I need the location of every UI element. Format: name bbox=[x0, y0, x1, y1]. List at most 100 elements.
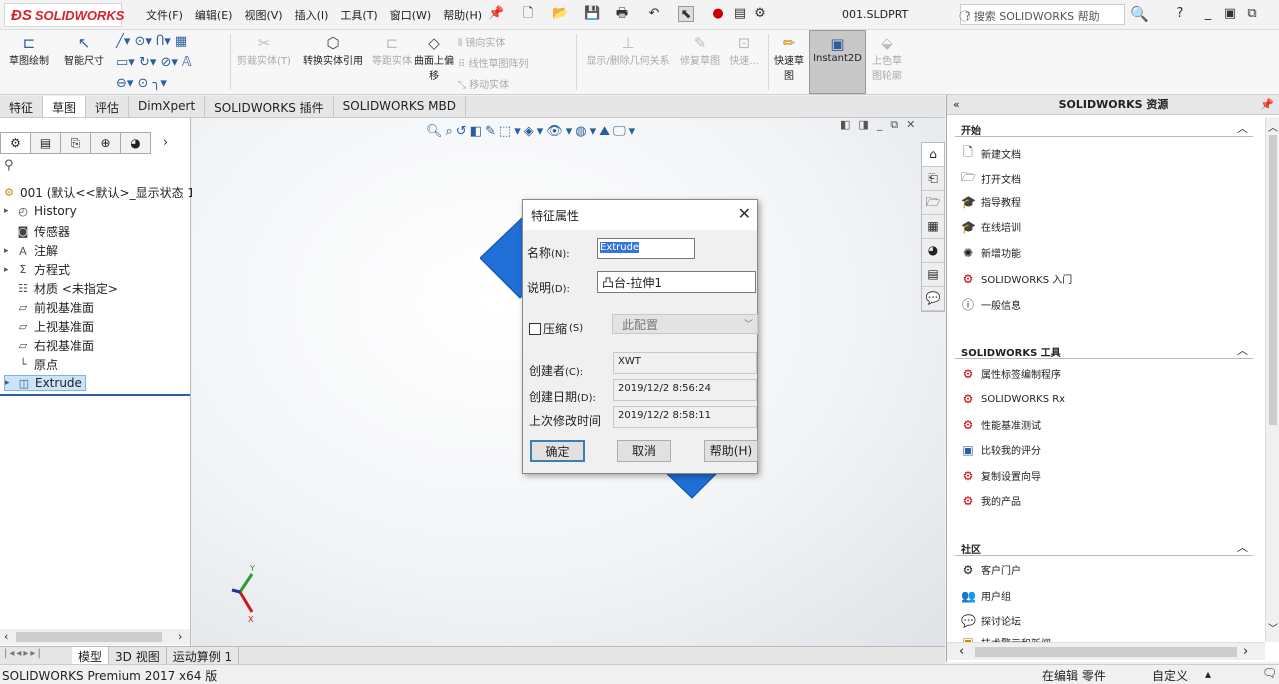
repair-sketch-button[interactable]: ✎ 修复草图 bbox=[680, 34, 720, 67]
file-explorer-icon[interactable]: 🗁 bbox=[922, 191, 944, 215]
configuration-manager-icon[interactable]: ⎘ bbox=[60, 132, 91, 154]
panel-item-copy-settings[interactable]: ⚙ 复制设置向导 bbox=[961, 468, 1041, 484]
section-tools-header[interactable]: SOLIDWORKS 工具 bbox=[961, 344, 1061, 359]
window-icon[interactable]: ⧉ bbox=[1244, 6, 1260, 22]
viewport-close-icon[interactable]: ✕ bbox=[906, 118, 923, 131]
display-relations-button[interactable]: ⊥ 显示/删除几何关系 bbox=[580, 34, 676, 67]
panel-item-customer-portal[interactable]: ⚙ 客户门户 bbox=[961, 562, 1021, 578]
tab-3d-views[interactable]: 3D 视图 bbox=[109, 647, 167, 664]
expand-arrow-icon[interactable]: ▸ bbox=[5, 378, 13, 388]
tree-item-annotations[interactable]: ▸ Ａ 注解 bbox=[4, 242, 58, 259]
configuration-select[interactable]: 此配置 ﹀ bbox=[612, 314, 758, 334]
offset-entities-button[interactable]: ⊏ 等距实体 bbox=[372, 34, 412, 67]
expand-view-icon[interactable]: ◨ bbox=[858, 118, 876, 131]
menu-window[interactable]: 窗口(W) bbox=[384, 7, 437, 23]
slot-icon[interactable]: ⊖▾ ⊙ ╮▾ bbox=[116, 76, 167, 91]
menu-edit[interactable]: 编辑(E) bbox=[189, 7, 239, 23]
panel-item-rx[interactable]: ⚙ SOLIDWORKS Rx bbox=[961, 392, 1066, 406]
menu-view[interactable]: 视图(V) bbox=[238, 7, 288, 23]
panel-item-tutorials[interactable]: 🎓 指导教程 bbox=[961, 194, 1021, 210]
select-icon[interactable]: ⬉ bbox=[678, 6, 694, 22]
help-search-input[interactable]: ?⃝ 搜索 SOLIDWORKS 帮助 bbox=[960, 4, 1125, 25]
menu-help[interactable]: 帮助(H) bbox=[437, 7, 488, 23]
display-style-icon[interactable]: ◈▾ bbox=[524, 124, 547, 139]
tab-evaluate[interactable]: 评估 bbox=[86, 96, 130, 117]
new-document-icon[interactable]: 🗋 bbox=[520, 6, 536, 22]
chevron-up-icon[interactable]: ︿ bbox=[1237, 539, 1248, 555]
display-manager-icon[interactable]: ◕ bbox=[120, 132, 151, 154]
pin-panel-icon[interactable]: 📌 bbox=[1260, 95, 1274, 115]
panel-item-new-document[interactable]: 🗋 新建文档 bbox=[961, 143, 1021, 164]
tooltip-icon[interactable]: 🗨 bbox=[1262, 666, 1277, 680]
zoom-to-fit-icon[interactable]: 🔍︎ bbox=[426, 124, 446, 139]
design-library-icon[interactable]: ⎗ bbox=[922, 167, 944, 191]
open-icon[interactable]: 📂 bbox=[552, 6, 568, 22]
scroll-right-icon[interactable]: › bbox=[178, 630, 182, 643]
help-question-icon[interactable]: ? bbox=[1172, 6, 1188, 22]
panel-horizontal-scrollbar[interactable]: ‹ › bbox=[947, 642, 1265, 660]
suppress-checkbox[interactable]: 压缩 (S) bbox=[529, 320, 583, 337]
scroll-left-icon[interactable]: ‹ bbox=[959, 644, 964, 659]
rectangle-icon[interactable]: ▭▾ ↻▾ ⊘▾ 𝔸 bbox=[116, 55, 192, 70]
custom-properties-icon[interactable]: ▤ bbox=[922, 263, 944, 287]
close-icon[interactable]: ✕ bbox=[738, 204, 751, 223]
convert-entities-button[interactable]: ⬡ 转换实体引用 bbox=[298, 34, 368, 67]
help-button[interactable]: 帮助(H) bbox=[704, 440, 758, 462]
smart-dimension-button[interactable]: ↖ 智能尺寸 bbox=[58, 34, 110, 67]
forum-icon[interactable]: 💬 bbox=[922, 287, 944, 311]
scene-icon[interactable]: ⛰ bbox=[599, 124, 613, 139]
chevron-down-icon[interactable]: ﹀ bbox=[744, 317, 753, 330]
panel-item-property-tab-builder[interactable]: ⚙ 属性标签编制程序 bbox=[961, 366, 1061, 382]
trim-button[interactable]: ✂ 剪裁实体(T) bbox=[234, 34, 294, 67]
tree-item-sensors[interactable]: ◙ 传感器 bbox=[4, 223, 70, 240]
scroll-down-icon[interactable]: ﹀ bbox=[1268, 620, 1278, 635]
panel-item-whats-new[interactable]: ✺ 新增功能 bbox=[961, 245, 1021, 261]
appearances-icon[interactable]: ◕ bbox=[922, 239, 944, 263]
instant2d-button[interactable]: ▣ Instant2D bbox=[809, 30, 866, 94]
menu-tools[interactable]: 工具(T) bbox=[334, 7, 383, 23]
hide-show-icon[interactable]: 👁▾ bbox=[546, 124, 575, 139]
filter-icon[interactable]: ⚲ bbox=[4, 158, 14, 173]
dynamic-annotation-icon[interactable]: ✎ bbox=[485, 124, 499, 139]
viewport-minimize-icon[interactable]: _ bbox=[877, 118, 891, 131]
options-gear-icon[interactable]: ⚙ bbox=[752, 6, 768, 22]
tab-navigation-arrows[interactable]: |◂◂▸▸| bbox=[4, 648, 43, 659]
split-view-icon[interactable]: ◧ bbox=[840, 118, 858, 131]
tab-model[interactable]: 模型 bbox=[72, 647, 110, 664]
chevron-up-icon[interactable]: ︿ bbox=[1237, 342, 1248, 358]
home-icon[interactable]: ⌂ bbox=[922, 143, 944, 167]
tree-horizontal-scrollbar[interactable]: ‹ › bbox=[0, 629, 190, 645]
feature-manager-icon[interactable]: ⚙ bbox=[0, 132, 31, 154]
move-entities-button[interactable]: ⤡ 移动实体 bbox=[458, 76, 509, 91]
tree-item-history[interactable]: ▸ ◴ History bbox=[4, 204, 77, 218]
chevron-right-icon[interactable]: › bbox=[150, 132, 181, 154]
ok-button[interactable]: 确定 bbox=[530, 440, 585, 462]
appearance-icon[interactable]: ◍▾ bbox=[575, 124, 599, 139]
units-custom[interactable]: 自定义 bbox=[1152, 667, 1188, 684]
tree-item-origin[interactable]: └ 原点 bbox=[4, 356, 58, 373]
file-properties-icon[interactable]: ▤ bbox=[732, 6, 748, 22]
cancel-button[interactable]: 取消 bbox=[617, 440, 671, 462]
panel-scroll-thumb[interactable] bbox=[1269, 135, 1277, 425]
viewport-restore-icon[interactable]: ⧉ bbox=[890, 118, 906, 131]
shaded-sketch-contours-button[interactable]: ⬙ 上色草图轮廓 bbox=[868, 34, 906, 82]
expand-arrow-icon[interactable]: ▸ bbox=[4, 246, 12, 256]
viewport-window-controls[interactable]: ◧◨_⧉✕ bbox=[840, 118, 923, 132]
rapid-sketch-button[interactable]: ✏ 快速草图 bbox=[770, 34, 808, 82]
quick-snaps-button[interactable]: ⊡ 快速... bbox=[724, 34, 764, 67]
tree-item-front-plane[interactable]: ▱ 前视基准面 bbox=[4, 299, 94, 316]
line-icon[interactable]: ╱▾ ⊙▾ Ⴖ▾ ▦ bbox=[116, 34, 187, 49]
tree-item-top-plane[interactable]: ▱ 上视基准面 bbox=[4, 318, 94, 335]
panel-item-user-groups[interactable]: 👥 用户组 bbox=[961, 588, 1011, 604]
panel-item-intro[interactable]: ⚙ SOLIDWORKS 入门 bbox=[961, 271, 1073, 287]
menu-file[interactable]: 文件(F) bbox=[140, 7, 189, 23]
tab-features[interactable]: 特征 bbox=[0, 96, 44, 117]
tab-motion-study[interactable]: 运动算例 1 bbox=[167, 647, 240, 664]
panel-item-online-training[interactable]: 🎓 在线培训 bbox=[961, 219, 1021, 235]
section-view-icon[interactable]: ◧ bbox=[470, 124, 485, 139]
linear-pattern-button[interactable]: ⠿ 线性草图阵列 bbox=[458, 55, 529, 70]
tree-item-material[interactable]: ☷ 材质 <未指定> bbox=[4, 280, 118, 297]
tree-item-extrude[interactable]: ▸ ◫ Extrude bbox=[4, 375, 86, 391]
units-dropdown-icon[interactable]: ▴ bbox=[1205, 667, 1211, 681]
mirror-entities-button[interactable]: ⫴ 镜向实体 bbox=[458, 34, 505, 49]
